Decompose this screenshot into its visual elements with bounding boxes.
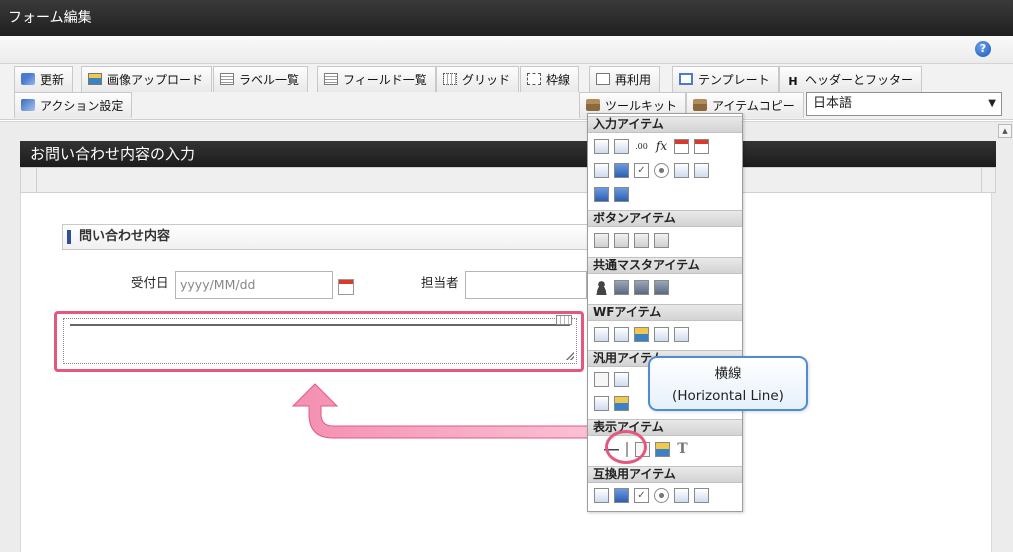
palette-section-master: 共通マスタアイテム: [588, 257, 742, 274]
palette-row: [594, 187, 634, 205]
pointer-arrow: [291, 383, 604, 439]
attachment-icon[interactable]: [614, 327, 629, 342]
palette-section-wf: WFアイテム: [588, 304, 742, 321]
decimal-icon[interactable]: .00: [634, 139, 649, 154]
submit-button-icon[interactable]: [594, 233, 609, 248]
palette-row: .00 fx: [594, 139, 714, 157]
list-select-icon[interactable]: [614, 163, 629, 178]
organization-icon[interactable]: [614, 280, 629, 295]
next-button-icon[interactable]: [614, 233, 629, 248]
palette-section-input: 入力アイテム: [588, 116, 742, 133]
palette-row: [594, 372, 634, 390]
document-icon[interactable]: [614, 372, 629, 387]
highlight-circle: [605, 430, 647, 464]
compat-dropdown-icon[interactable]: [694, 488, 709, 503]
stamp-icon[interactable]: [674, 327, 689, 342]
hidden-field-icon[interactable]: [594, 372, 609, 387]
palette-row: [594, 327, 694, 345]
datetime-icon[interactable]: [694, 139, 709, 154]
callout-tooltip: 横線 (Horizontal Line): [648, 356, 808, 411]
search-field-icon[interactable]: [594, 163, 609, 178]
media-icon[interactable]: [614, 396, 629, 411]
formula-icon[interactable]: fx: [654, 139, 669, 154]
palette-row: ✓: [594, 488, 714, 506]
panel-icon[interactable]: [594, 396, 609, 411]
table-icon[interactable]: [614, 187, 629, 202]
palette-row: ✓: [594, 163, 714, 181]
palette-row: [594, 233, 674, 251]
date-icon[interactable]: [674, 139, 689, 154]
compat-search-icon[interactable]: [594, 488, 609, 503]
clipboard-icon[interactable]: [594, 327, 609, 342]
callout-subtitle: (Horizontal Line): [672, 388, 784, 404]
return-button-icon[interactable]: [654, 233, 669, 248]
image-icon[interactable]: [655, 442, 670, 457]
palette-section-compat: 互換用アイテム: [588, 466, 742, 483]
callout-title: 横線: [714, 366, 742, 382]
textarea-icon[interactable]: [614, 139, 629, 154]
user-icon[interactable]: [594, 280, 609, 295]
compat-checkbox-icon[interactable]: ✓: [634, 488, 649, 503]
palette-row: [594, 396, 634, 414]
checkbox-icon[interactable]: ✓: [634, 163, 649, 178]
textbox-icon[interactable]: [594, 139, 609, 154]
palette-row: [594, 280, 674, 298]
compat-radio-icon[interactable]: [654, 488, 669, 503]
company-icon[interactable]: [654, 280, 669, 295]
select-list-icon[interactable]: [674, 163, 689, 178]
back-button-icon[interactable]: [634, 233, 649, 248]
palette-section-button: ボタンアイテム: [588, 210, 742, 227]
text-icon[interactable]: T: [675, 442, 690, 457]
user-organization-icon[interactable]: [634, 280, 649, 295]
file-upload-icon[interactable]: [594, 187, 609, 202]
history-icon[interactable]: [654, 327, 669, 342]
flow-image-icon[interactable]: [634, 327, 649, 342]
compat-select-icon[interactable]: [674, 488, 689, 503]
compat-list-icon[interactable]: [614, 488, 629, 503]
radio-icon[interactable]: [654, 163, 669, 178]
dropdown-icon[interactable]: [694, 163, 709, 178]
